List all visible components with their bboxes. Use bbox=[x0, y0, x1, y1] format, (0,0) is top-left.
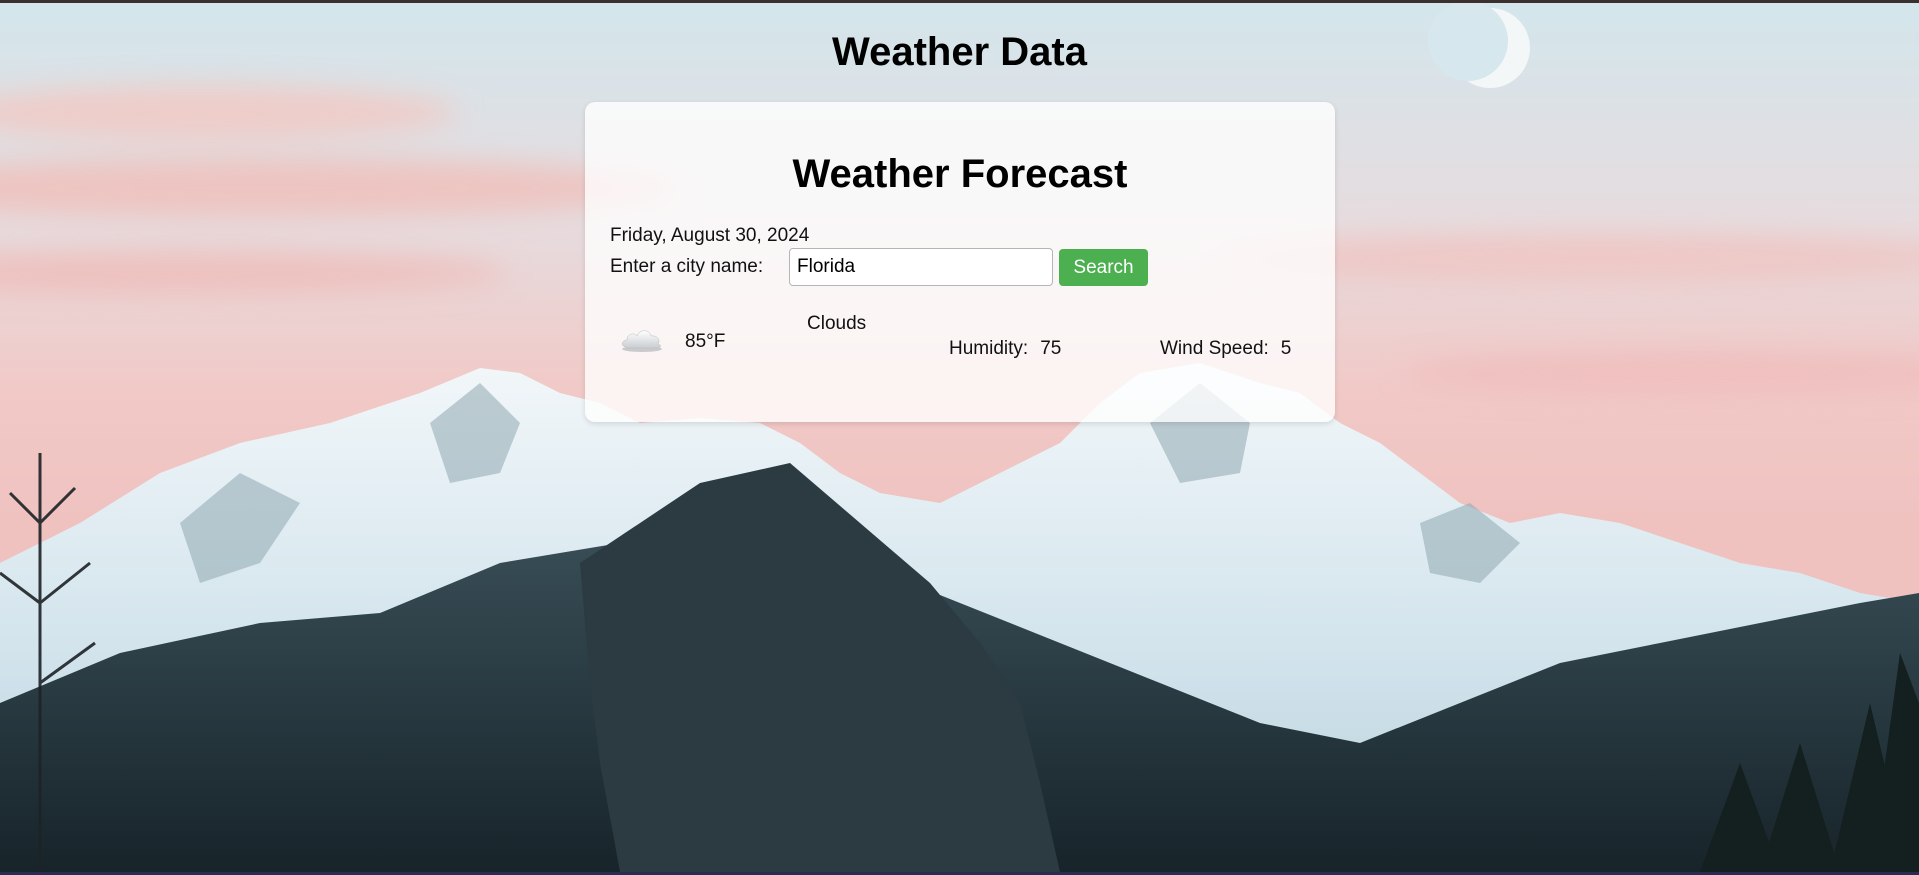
weather-card: Weather Forecast Friday, August 30, 2024… bbox=[585, 102, 1335, 422]
search-button[interactable]: Search bbox=[1059, 249, 1148, 286]
current-date: Friday, August 30, 2024 bbox=[610, 225, 810, 246]
wind-speed-value: 5 bbox=[1280, 338, 1292, 359]
humidity-label: Humidity: bbox=[949, 338, 1029, 359]
weather-description: Clouds bbox=[807, 313, 867, 334]
card-title: Weather Forecast bbox=[792, 152, 1128, 196]
page-title: Weather Data bbox=[832, 30, 1087, 74]
humidity: Humidity: 75 bbox=[949, 337, 1061, 361]
temperature: 85°F bbox=[685, 331, 726, 352]
humidity-value: 75 bbox=[1040, 338, 1062, 359]
city-label: Enter a city name: bbox=[610, 256, 764, 277]
wind-speed: Wind Speed: 5 bbox=[1160, 337, 1291, 361]
city-input[interactable] bbox=[789, 248, 1053, 286]
cloud-icon bbox=[622, 330, 662, 352]
wind-speed-label: Wind Speed: bbox=[1160, 338, 1269, 359]
